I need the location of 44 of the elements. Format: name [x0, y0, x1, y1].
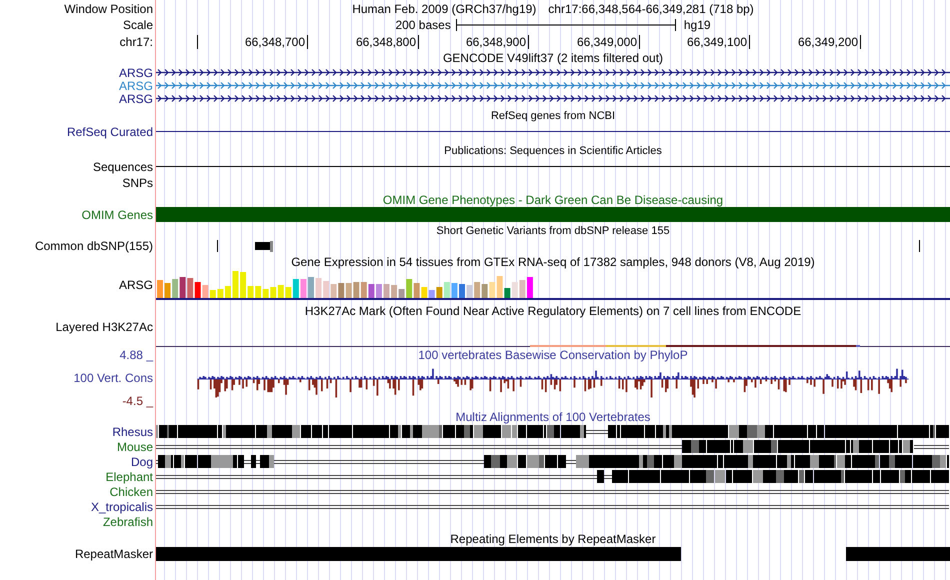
- track-label: OMIM Genes: [82, 208, 153, 222]
- track-title: RefSeq genes from NCBI: [490, 109, 616, 123]
- scale-db: hg19: [684, 18, 711, 32]
- ruler-label: 66,349,100: [686, 35, 747, 49]
- position-text: chr17:66,348,564-66,349,281 (718 bp): [548, 2, 754, 16]
- track-label: Layered H3K27Ac: [56, 320, 153, 334]
- axis-max-label: 4.88 _: [120, 348, 153, 362]
- track-label: X_tropicalis: [90, 500, 153, 514]
- track-label: chr17:: [120, 34, 153, 48]
- track-label: Mouse: [116, 440, 153, 454]
- track-label: Elephant: [106, 470, 153, 484]
- track-label: Window Position: [64, 2, 153, 16]
- ruler-label: 66,349,000: [576, 35, 637, 49]
- track-label: ARSG: [118, 78, 153, 92]
- track-label: RefSeq Curated: [66, 124, 153, 138]
- scale-text: 200 bases: [395, 18, 451, 32]
- track-label: ARSG: [118, 278, 153, 292]
- axis-min-label: -4.5 _: [122, 394, 153, 408]
- track-label: Rhesus: [112, 424, 153, 438]
- ruler-label: 66,348,700: [244, 35, 305, 49]
- track-label: RepeatMasker: [74, 546, 153, 560]
- ruler-label: 66,349,200: [798, 35, 858, 49]
- track-label: Zebrafish: [102, 514, 153, 528]
- track-label: ARSG: [118, 66, 153, 80]
- ruler-label: 66,348,900: [466, 35, 526, 49]
- track-title: Gene Expression in 54 tissues from GTEx RNA-seq of 17382 samples, 948 donors (V8, Aug 2019): [291, 254, 815, 268]
- track-label: 100 Vert. Cons: [74, 371, 153, 385]
- track-label: Scale: [122, 18, 153, 32]
- track-title: H3K27Ac Mark (Often Found Near Active Regulatory Elements) on 7 cell lines from ENCODE: [304, 304, 802, 318]
- track-title: OMIM Gene Phenotypes - Dark Green Can Be Disease-causing: [382, 193, 724, 207]
- track-title: Short Genetic Variants from dbSNP release 155: [436, 224, 670, 238]
- track-label: Common dbSNP(155): [34, 239, 153, 253]
- track-label: SNPs: [122, 176, 153, 190]
- assembly-title: Human Feb. 2009 (GRCh37/hg19): [352, 2, 536, 16]
- track-label: Sequences: [92, 160, 153, 174]
- ruler-label: 66,348,800: [356, 35, 416, 49]
- track-label: Dog: [130, 454, 153, 468]
- track-title: 100 vertebrates Basewise Conservation by PhyloP: [418, 348, 688, 362]
- track-label: Chicken: [110, 484, 153, 498]
- track-title: Repeating Elements by RepeatMasker: [450, 532, 656, 546]
- track-label: ARSG: [118, 92, 153, 106]
- track-title: Publications: Sequences in Scientific Articles: [444, 144, 662, 158]
- track-title: GENCODE V49lift37 (2 items filtered out): [442, 51, 664, 65]
- track-title: Multiz Alignments of 100 Vertebrates: [456, 410, 650, 424]
